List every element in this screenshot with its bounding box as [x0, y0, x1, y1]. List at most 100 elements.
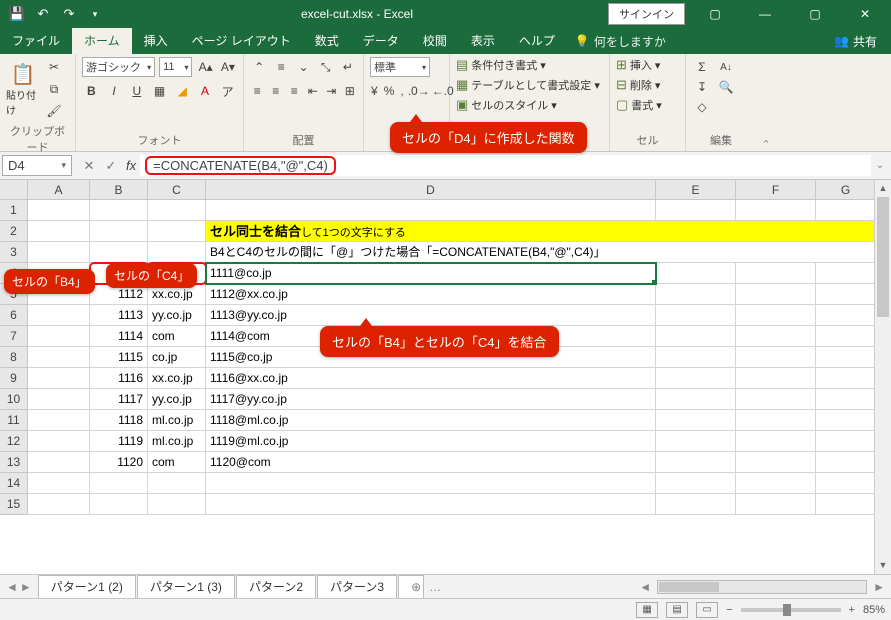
cell[interactable]: [90, 494, 148, 515]
cell[interactable]: 1117: [90, 389, 148, 410]
cell[interactable]: [736, 410, 816, 431]
collapse-ribbon-icon[interactable]: ⌃: [756, 54, 776, 151]
cell[interactable]: 1120: [90, 452, 148, 473]
col-header-D[interactable]: D: [206, 180, 656, 199]
scroll-up-icon[interactable]: ▲: [875, 180, 891, 197]
col-header-F[interactable]: F: [736, 180, 816, 199]
row-header[interactable]: 15: [0, 494, 28, 515]
row-header[interactable]: 3: [0, 242, 28, 263]
cell[interactable]: 1116@xx.co.jp: [206, 368, 656, 389]
qat-customize-icon[interactable]: ▾: [84, 3, 106, 25]
cell[interactable]: [736, 368, 816, 389]
redo-icon[interactable]: ↷: [58, 3, 80, 25]
row-header[interactable]: 6: [0, 305, 28, 326]
format-painter-icon[interactable]: 🖌: [44, 101, 64, 121]
font-name-combo[interactable]: 游ゴシック▾: [82, 57, 155, 77]
cell[interactable]: [28, 452, 90, 473]
conditional-format-button[interactable]: ▤条件付き書式 ▾: [456, 57, 603, 73]
cell[interactable]: 1115: [90, 347, 148, 368]
row-header[interactable]: 1: [0, 200, 28, 221]
sheet-tab[interactable]: パターン2: [236, 575, 316, 598]
tab-data[interactable]: データ: [351, 28, 411, 54]
font-size-combo[interactable]: 11▾: [159, 57, 192, 77]
tab-home[interactable]: ホーム: [72, 28, 132, 54]
row-header[interactable]: 9: [0, 368, 28, 389]
cell[interactable]: [816, 347, 876, 368]
cell[interactable]: yy.co.jp: [148, 305, 206, 326]
font-color-button[interactable]: A: [196, 81, 215, 101]
cell[interactable]: [656, 494, 736, 515]
cell[interactable]: [816, 368, 876, 389]
worksheet-grid[interactable]: A B C D E F G 1 2セル同士を結合して1つの文字にする 3B4とC…: [0, 180, 891, 574]
tab-help[interactable]: ヘルプ: [507, 28, 567, 54]
row-header[interactable]: 14: [0, 473, 28, 494]
enter-formula-icon[interactable]: ✓: [100, 155, 122, 176]
fill-icon[interactable]: ↧: [692, 77, 712, 97]
col-header-E[interactable]: E: [656, 180, 736, 199]
cell[interactable]: [736, 200, 816, 221]
col-header-G[interactable]: G: [816, 180, 876, 199]
row-header[interactable]: 11: [0, 410, 28, 431]
cut-icon[interactable]: ✂: [44, 57, 64, 77]
table-format-button[interactable]: ▦テーブルとして書式設定 ▾: [456, 77, 603, 93]
cell[interactable]: 1117@yy.co.jp: [206, 389, 656, 410]
new-sheet-icon[interactable]: ⊕: [398, 575, 424, 598]
sheet-tab[interactable]: パターン1 (2): [38, 575, 136, 598]
view-pagelayout-icon[interactable]: ▤: [666, 602, 688, 618]
format-cells-button[interactable]: ▢書式 ▾: [616, 97, 679, 113]
italic-button[interactable]: I: [105, 81, 124, 101]
decrease-indent-icon[interactable]: ⇤: [306, 81, 321, 101]
cell[interactable]: 1119@ml.co.jp: [206, 431, 656, 452]
cell[interactable]: [816, 263, 876, 284]
hscroll-left-icon[interactable]: ◄: [639, 580, 651, 594]
cell[interactable]: [90, 200, 148, 221]
undo-icon[interactable]: ↶: [32, 3, 54, 25]
cell[interactable]: [816, 410, 876, 431]
row-header[interactable]: 7: [0, 326, 28, 347]
cell[interactable]: 1119: [90, 431, 148, 452]
merge-center-icon[interactable]: ⊞: [343, 81, 358, 101]
minimize-icon[interactable]: —: [745, 0, 785, 28]
cell-description[interactable]: B4とC4のセルの間に「@」つけた場合「=CONCATENATE(B4,"@",…: [206, 242, 876, 263]
zoom-slider[interactable]: [741, 608, 841, 612]
cell[interactable]: 1113@yy.co.jp: [206, 305, 656, 326]
cell[interactable]: [28, 494, 90, 515]
tab-insert[interactable]: 挿入: [132, 28, 180, 54]
ribbon-display-options-icon[interactable]: ▢: [695, 0, 735, 28]
cell[interactable]: [656, 347, 736, 368]
clear-icon[interactable]: ◇: [692, 97, 712, 117]
cell[interactable]: [148, 221, 206, 242]
expand-formula-bar-icon[interactable]: ⌄: [871, 160, 889, 171]
tab-pagelayout[interactable]: ページ レイアウト: [180, 28, 303, 54]
cell[interactable]: 1116: [90, 368, 148, 389]
sheet-nav-prev-icon[interactable]: ◄: [6, 580, 18, 594]
cell[interactable]: [28, 389, 90, 410]
cell[interactable]: [656, 410, 736, 431]
close-icon[interactable]: ✕: [845, 0, 885, 28]
sheet-tab[interactable]: パターン3: [317, 575, 397, 598]
cell[interactable]: ml.co.jp: [148, 410, 206, 431]
cell[interactable]: co.jp: [148, 347, 206, 368]
cell[interactable]: [148, 200, 206, 221]
fx-icon[interactable]: fx: [126, 158, 136, 173]
name-box[interactable]: D4 ▾: [2, 155, 72, 176]
wrap-text-icon[interactable]: ↵: [339, 57, 357, 77]
copy-icon[interactable]: ⧉: [44, 79, 64, 99]
cell[interactable]: [90, 221, 148, 242]
scroll-thumb[interactable]: [877, 197, 889, 317]
cancel-formula-icon[interactable]: ✕: [78, 155, 100, 176]
cell[interactable]: [656, 368, 736, 389]
sheet-overflow-icon[interactable]: …: [429, 580, 441, 594]
align-top-icon[interactable]: ⌃: [250, 57, 268, 77]
col-header-A[interactable]: A: [28, 180, 90, 199]
cell[interactable]: [736, 347, 816, 368]
cell[interactable]: [28, 473, 90, 494]
cell[interactable]: [28, 410, 90, 431]
cell[interactable]: ml.co.jp: [148, 431, 206, 452]
row-header[interactable]: 8: [0, 347, 28, 368]
cell[interactable]: [656, 284, 736, 305]
align-left-icon[interactable]: ≡: [250, 81, 265, 101]
percent-icon[interactable]: %: [383, 81, 396, 101]
formula-input[interactable]: =CONCATENATE(B4,"@",C4): [140, 155, 871, 176]
scroll-down-icon[interactable]: ▼: [875, 557, 891, 574]
